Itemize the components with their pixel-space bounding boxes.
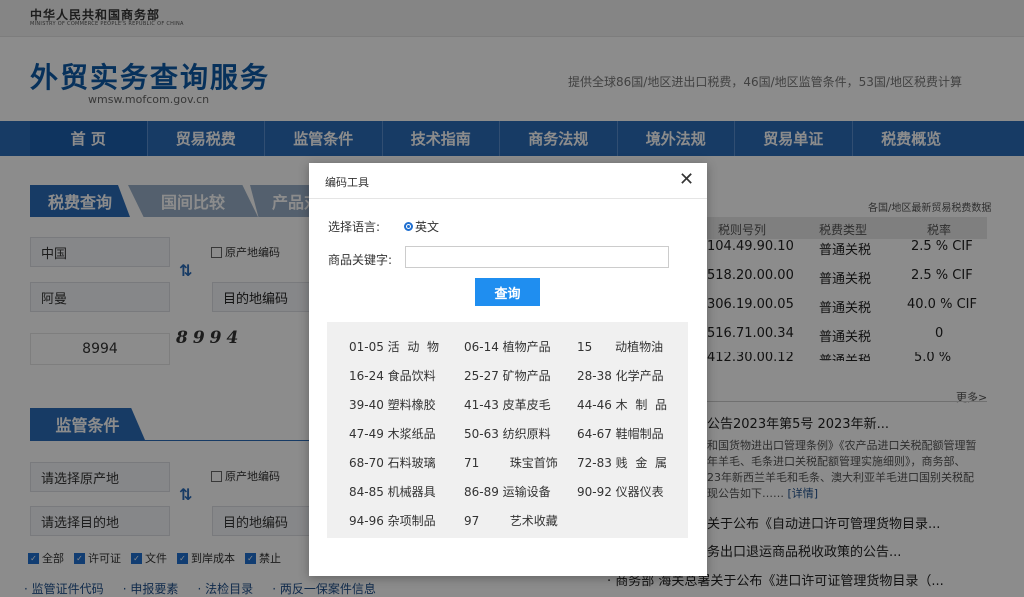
dialog-title: 编码工具 xyxy=(325,176,369,189)
query-button[interactable]: 查询 xyxy=(475,278,540,306)
category-item[interactable]: 39-40 塑料橡胶 xyxy=(349,396,436,413)
category-item[interactable]: 71 珠宝首饰 xyxy=(464,454,558,471)
radio-selected-icon xyxy=(404,222,413,231)
category-item[interactable]: 47-49 木浆纸品 xyxy=(349,425,436,442)
keyword-input[interactable] xyxy=(405,246,669,268)
code-tool-dialog: 编码工具 ✕ 选择语言: 英文 商品关键字: 查询 01-05 活 动 物 06… xyxy=(309,163,707,576)
category-item[interactable]: 06-14 植物产品 xyxy=(464,338,551,355)
dialog-header: 编码工具 ✕ xyxy=(309,163,707,199)
category-item[interactable]: 15 动植物油 xyxy=(577,338,663,355)
category-panel: 01-05 活 动 物 06-14 植物产品 15 动植物油 16-24 食品饮… xyxy=(327,322,688,538)
category-item[interactable]: 72-83 贱 金 属 xyxy=(577,454,667,471)
category-item[interactable]: 94-96 杂项制品 xyxy=(349,512,436,529)
category-item[interactable]: 16-24 食品饮料 xyxy=(349,367,436,384)
category-item[interactable]: 28-38 化学产品 xyxy=(577,367,664,384)
language-radio-english[interactable]: 英文 xyxy=(404,218,439,235)
category-item[interactable]: 44-46 木 制 品 xyxy=(577,396,667,413)
keyword-label: 商品关键字: xyxy=(328,253,393,267)
language-label: 选择语言: xyxy=(328,220,381,234)
category-item[interactable]: 86-89 运输设备 xyxy=(464,483,551,500)
category-item[interactable]: 90-92 仪器仪表 xyxy=(577,483,664,500)
category-item[interactable]: 25-27 矿物产品 xyxy=(464,367,551,384)
category-item[interactable]: 68-70 石料玻璃 xyxy=(349,454,436,471)
category-item[interactable]: 41-43 皮革皮毛 xyxy=(464,396,551,413)
close-icon[interactable]: ✕ xyxy=(679,169,694,190)
category-item[interactable]: 84-85 机械器具 xyxy=(349,483,436,500)
category-item[interactable]: 97 艺术收藏 xyxy=(464,512,558,529)
category-item[interactable]: 50-63 纺织原料 xyxy=(464,425,551,442)
category-item[interactable]: 01-05 活 动 物 xyxy=(349,338,439,355)
category-item[interactable]: 64-67 鞋帽制品 xyxy=(577,425,664,442)
